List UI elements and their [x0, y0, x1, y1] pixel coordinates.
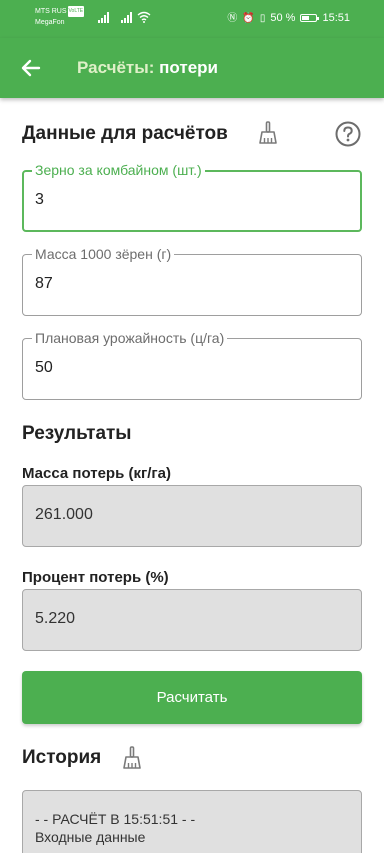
clock: 15:51 [322, 12, 350, 24]
wifi-icon [137, 11, 151, 23]
thousand-grain-mass-value[interactable]: 87 [35, 275, 53, 293]
loss-mass-label: Масса потерь (кг/га) [22, 465, 171, 482]
loss-percent-label: Процент потерь (%) [22, 569, 169, 586]
loss-percent-value: 5.220 [35, 610, 76, 627]
clear-inputs-button[interactable] [254, 119, 282, 147]
app-bar: Расчёты: потери [0, 38, 384, 98]
alarm-icon: ⏰ [242, 12, 255, 24]
back-button[interactable] [15, 52, 47, 84]
broom-icon [123, 746, 141, 769]
battery-percent: 50 % [270, 12, 296, 24]
loss-percent-output: 5.220 [22, 589, 362, 651]
help-button[interactable] [334, 120, 362, 148]
input-section-title: Данные для расчётов [22, 123, 228, 144]
signal-1-icon [98, 11, 109, 23]
history-line: - - РАСЧЁТ В 15:51:51 - - [35, 811, 196, 827]
nfc-icon: Ⓝ [227, 12, 238, 24]
loss-mass-output: 261.000 [22, 485, 362, 547]
status-bar: MTS RUS VoLTE MegaFon Ⓝ ⏰ ▯ 50 % 15:51 [0, 0, 384, 38]
grain-count-field[interactable]: Зерно за комбайном (шт.) 3 [22, 162, 362, 232]
signal-2-icon [121, 11, 132, 23]
grain-count-label: Зерно за комбайном (шт.) [32, 162, 205, 178]
status-right: Ⓝ ⏰ ▯ 50 % 15:51 [227, 12, 350, 24]
history-log[interactable]: - - РАСЧЁТ В 15:51:51 - - Входные данные [22, 790, 362, 853]
grain-count-value[interactable]: 3 [35, 191, 44, 209]
loss-mass-value: 261.000 [35, 506, 93, 523]
planned-yield-field[interactable]: Плановая урожайность (ц/га) 50 [22, 330, 362, 400]
help-circle-icon [335, 121, 361, 147]
planned-yield-value[interactable]: 50 [35, 359, 53, 377]
planned-yield-label: Плановая урожайность (ц/га) [32, 330, 228, 346]
carrier-2: MegaFon [35, 19, 65, 26]
carrier-info: MTS RUS VoLTE MegaFon [35, 6, 85, 28]
thousand-grain-mass-label: Масса 1000 зёрен (г) [32, 246, 175, 262]
history-title: История [22, 747, 102, 768]
vibrate-icon: ▯ [259, 12, 266, 24]
page-title: Расчёты: потери [77, 58, 219, 77]
thousand-grain-mass-field[interactable]: Масса 1000 зёрен (г) 87 [22, 246, 362, 316]
clear-history-button[interactable] [118, 744, 146, 772]
volte-badge: VoLTE [67, 6, 85, 17]
broom-icon [259, 121, 277, 144]
history-line: Входные данные [35, 829, 146, 845]
calculate-button[interactable]: Расчитать [22, 671, 362, 724]
results-title: Результаты [22, 423, 132, 444]
battery-icon [300, 14, 320, 22]
arrow-left-icon [21, 59, 41, 77]
carrier-1: MTS RUS [35, 8, 67, 15]
